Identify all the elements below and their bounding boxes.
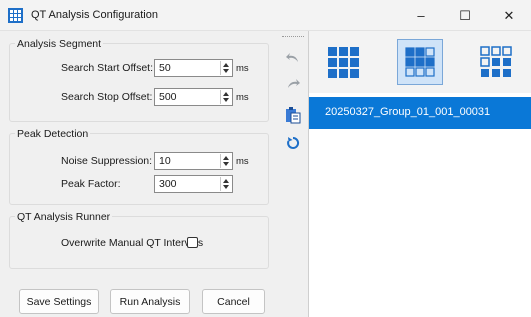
cancel-button[interactable]: Cancel: [202, 289, 265, 314]
vertical-toolbar: [278, 31, 308, 317]
view-mode-strip: [309, 31, 531, 93]
analysis-segment-title: Analysis Segment: [15, 38, 104, 50]
noise-suppression-label: Noise Suppression:: [61, 155, 153, 167]
close-button[interactable]: ✕: [487, 0, 531, 31]
search-stop-offset-value: 500: [159, 91, 177, 103]
toolbar-grip[interactable]: [282, 36, 304, 38]
peak-factor-field[interactable]: 300: [154, 175, 233, 193]
title-bar: QT Analysis Configuration – ☐ ✕: [0, 0, 531, 31]
peak-detection-title: Peak Detection: [15, 128, 91, 140]
results-panel: 20250327_Group_01_001_00031: [308, 31, 531, 317]
app-grid-icon: [8, 8, 23, 23]
search-stop-unit: ms: [236, 92, 249, 103]
noise-suppression-unit: ms: [236, 156, 249, 167]
peak-factor-value: 300: [159, 178, 177, 190]
qt-analysis-runner-title: QT Analysis Runner: [15, 211, 113, 223]
noise-suppression-field[interactable]: 10: [154, 152, 233, 170]
peak-detection-group: Peak Detection Noise Suppression: 10 ms …: [9, 128, 269, 205]
spin-arrows-icon[interactable]: [220, 177, 231, 191]
analysis-segment-group: Analysis Segment Search Start Offset: 50…: [9, 38, 269, 122]
refresh-icon[interactable]: [284, 134, 302, 152]
maximize-button[interactable]: ☐: [443, 0, 487, 31]
peak-factor-label: Peak Factor:: [61, 178, 121, 190]
search-start-unit: ms: [236, 63, 249, 74]
search-start-offset-value: 50: [159, 62, 171, 74]
overwrite-manual-qt-label: Overwrite Manual QT Intervals: [61, 237, 204, 249]
overwrite-manual-qt-checkbox[interactable]: [187, 237, 198, 248]
search-start-offset-label: Search Start Offset:: [61, 62, 154, 74]
run-analysis-button[interactable]: Run Analysis: [110, 289, 190, 314]
save-settings-button[interactable]: Save Settings: [19, 289, 99, 314]
large-grid-view-button[interactable]: [320, 39, 366, 85]
undo-icon[interactable]: [284, 49, 302, 67]
search-start-offset-field[interactable]: 50: [154, 59, 233, 77]
medium-grid-view-button[interactable]: [397, 39, 443, 85]
paste-icon[interactable]: [284, 106, 302, 124]
noise-suppression-value: 10: [159, 155, 171, 167]
spin-arrows-icon[interactable]: [220, 90, 231, 104]
large-grid-icon: [328, 47, 359, 78]
qt-analysis-runner-group: QT Analysis Runner Overwrite Manual QT I…: [9, 211, 269, 269]
redo-icon[interactable]: [284, 75, 302, 93]
minimize-button[interactable]: –: [399, 0, 443, 31]
medium-grid-icon: [405, 47, 435, 77]
small-grid-icon: [480, 46, 512, 77]
search-stop-offset-field[interactable]: 500: [154, 88, 233, 106]
spin-arrows-icon[interactable]: [220, 154, 231, 168]
search-stop-offset-label: Search Stop Offset:: [61, 91, 153, 103]
spin-arrows-icon[interactable]: [220, 61, 231, 75]
result-list-item[interactable]: 20250327_Group_01_001_00031: [309, 97, 531, 129]
small-grid-view-button[interactable]: [473, 39, 519, 85]
window-title: QT Analysis Configuration: [31, 9, 158, 21]
